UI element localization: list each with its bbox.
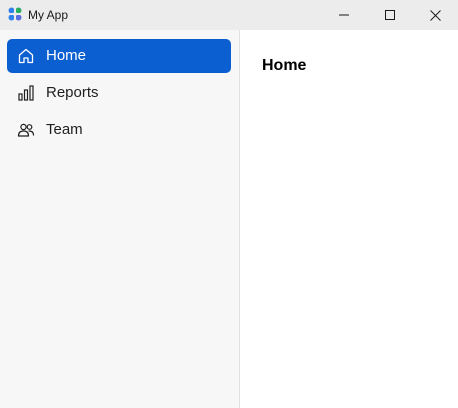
app-logo-icon [8, 7, 22, 21]
home-icon [18, 48, 34, 64]
close-icon [429, 9, 441, 21]
close-button[interactable] [412, 0, 458, 30]
main-content: Home [241, 30, 458, 408]
window-title: My App [28, 8, 69, 22]
sidebar-item-team[interactable]: Team [7, 113, 231, 147]
app-window: My App Home Reports Team Home [0, 0, 458, 408]
maximize-icon [385, 10, 395, 20]
maximize-button[interactable] [367, 0, 413, 30]
sidebar-item-label: Home [46, 47, 87, 64]
bar-chart-icon [18, 85, 34, 101]
minimize-button[interactable] [321, 0, 367, 30]
people-icon [17, 123, 35, 137]
title-bar[interactable]: My App [0, 0, 458, 30]
sidebar-item-label: Reports [46, 84, 99, 101]
sidebar: Home Reports Team [0, 30, 240, 408]
sidebar-item-reports[interactable]: Reports [7, 76, 231, 110]
sidebar-item-label: Team [46, 121, 83, 138]
page-title: Home [262, 57, 307, 74]
minimize-icon [339, 14, 349, 16]
sidebar-item-home[interactable]: Home [7, 39, 231, 73]
